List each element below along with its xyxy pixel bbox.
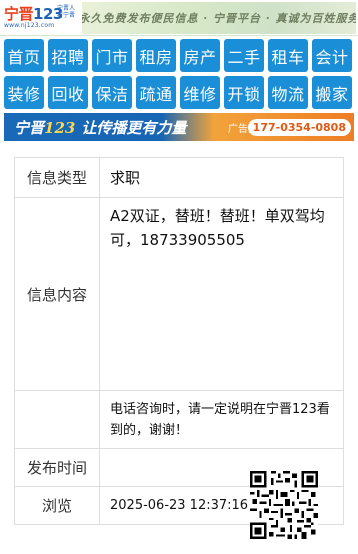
nav-row-1: 首页 招聘 门市 租房 房产 二手 租车 会计	[4, 39, 356, 72]
nav-row-2: 装修 回收 保洁 疏通 维修 开锁 物流 搬家	[4, 76, 356, 109]
logo-url: www.nj123.com	[4, 21, 55, 29]
content-label: 信息内容	[14, 197, 100, 391]
ad-brand-number: 123	[44, 118, 76, 137]
notice-label-empty	[14, 390, 100, 449]
nav-drain-clearing[interactable]: 疏通	[136, 76, 176, 109]
row-notice: 电话咨询时，请一定说明在宁晋123看到的，谢谢！	[14, 390, 344, 449]
views-label: 浏览	[14, 486, 100, 525]
top-banner[interactable]: 永久免费发布便民信息 · 宁晋平台 · 真诚为百姓服务	[82, 1, 356, 34]
nav-property[interactable]: 房产	[180, 39, 220, 72]
type-value: 求职	[99, 157, 344, 198]
nav-storefront[interactable]: 门市	[92, 39, 132, 72]
nav-second-hand[interactable]: 二手	[224, 39, 264, 72]
info-table: 信息类型 求职 信息内容 A2双证，替班！替班！单双驾均可，1873390550…	[14, 157, 344, 525]
ad-brand: 宁晋123	[4, 117, 75, 138]
nav-accounting[interactable]: 会计	[312, 39, 352, 72]
category-nav: 首页 招聘 门市 租房 房产 二手 租车 会计 装修 回收 保洁 疏通 维修 开…	[0, 36, 358, 109]
nav-decoration[interactable]: 装修	[4, 76, 44, 109]
type-label: 信息类型	[14, 157, 100, 198]
nav-cleaning[interactable]: 保洁	[92, 76, 132, 109]
site-logo[interactable]: 宁晋123 宁晋人 看宁晋 www.nj123.com	[0, 0, 82, 36]
top-header: 宁晋123 宁晋人 看宁晋 www.nj123.com 永久免费发布便民信息 ·…	[0, 0, 358, 36]
logo-text: 宁晋	[4, 4, 34, 23]
nav-moving[interactable]: 搬家	[312, 76, 352, 109]
nav-car-rental[interactable]: 租车	[268, 39, 308, 72]
top-banner-text: 永久免费发布便民信息 · 宁晋平台 · 真诚为百姓服务	[82, 11, 356, 25]
call-notice: 电话咨询时，请一定说明在宁晋123看到的，谢谢！	[99, 390, 344, 449]
nav-logistics[interactable]: 物流	[268, 76, 308, 109]
row-content: 信息内容 A2双证，替班！替班！单双驾均可，18733905505	[14, 197, 344, 391]
ad-banner[interactable]: 宁晋123 让传播更有力量 广告招商 177-0354-0808	[4, 113, 354, 141]
nav-locksmith[interactable]: 开锁	[224, 76, 264, 109]
ad-phone[interactable]: 177-0354-0808	[247, 118, 351, 136]
nav-recycling[interactable]: 回收	[48, 76, 88, 109]
logo-tagline: 宁晋人 看宁晋	[57, 4, 76, 19]
ad-slogan: 让传播更有力量	[81, 118, 187, 137]
nav-jobs[interactable]: 招聘	[48, 39, 88, 72]
qr-code-icon	[250, 471, 318, 539]
time-label: 发布时间	[14, 448, 100, 487]
nav-rent[interactable]: 租房	[136, 39, 176, 72]
content-value: A2双证，替班！替班！单双驾均可，18733905505	[99, 197, 344, 391]
nav-repair[interactable]: 维修	[180, 76, 220, 109]
nav-home[interactable]: 首页	[4, 39, 44, 72]
row-type: 信息类型 求职	[14, 157, 344, 198]
ad-brand-text: 宁晋	[14, 118, 45, 137]
